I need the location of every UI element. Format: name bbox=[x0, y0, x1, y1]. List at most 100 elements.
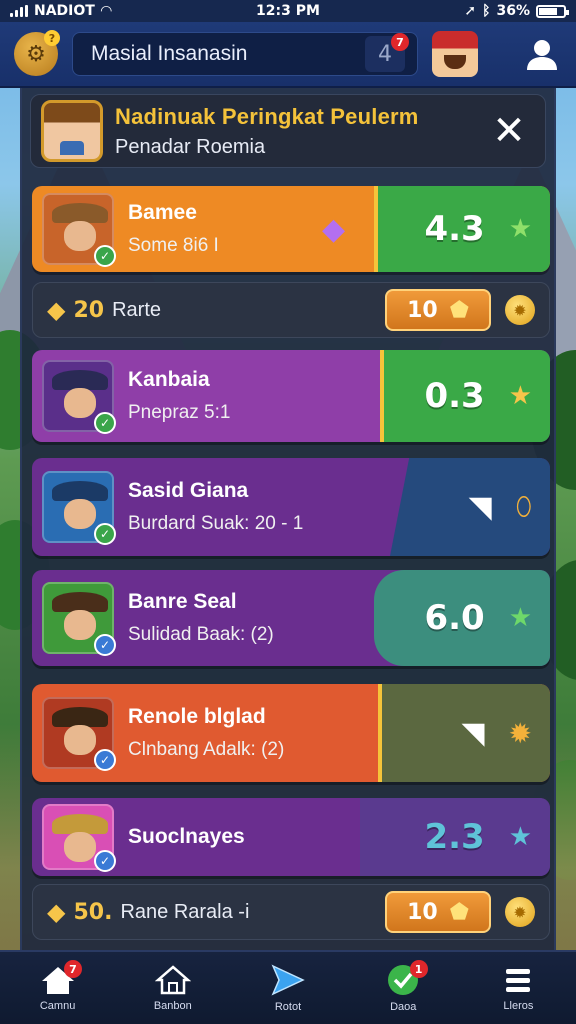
reward-chip[interactable]: 10 ⬟ bbox=[385, 891, 491, 933]
player-portrait: ✓ bbox=[42, 193, 116, 267]
player-portrait: ✓ bbox=[42, 804, 116, 872]
bottom-navigation: 7 Camnu Banbon Rotot 1 Daoa Lleros bbox=[0, 950, 576, 1024]
verified-check-icon: ✓ bbox=[94, 245, 116, 267]
shield-icon: ◥ bbox=[468, 489, 492, 525]
nav-label: Camnu bbox=[39, 1000, 76, 1012]
nav-item-daoa[interactable]: 1 Daoa bbox=[346, 952, 461, 1024]
notification-badge: 7 bbox=[391, 33, 409, 51]
play-icon bbox=[271, 964, 305, 996]
gear-icon: ⚙ bbox=[26, 41, 46, 67]
bluetooth-icon: ᛒ bbox=[482, 3, 491, 19]
star-icon: ★ bbox=[508, 603, 532, 633]
character-avatar[interactable] bbox=[432, 31, 478, 77]
player-name: Bamee bbox=[128, 201, 197, 224]
verified-check-icon: ✓ bbox=[94, 850, 116, 872]
leaderboard-row[interactable]: ✓ Bamee Some 8i6 I ◆ 4.3 ★ bbox=[32, 186, 550, 272]
player-name: Renole blglad bbox=[128, 705, 266, 728]
reward-chip-value: 10 bbox=[407, 899, 438, 925]
player-name: Banre Seal bbox=[128, 590, 237, 613]
menu-icon bbox=[506, 969, 531, 992]
nav-item-rotot[interactable]: Rotot bbox=[230, 952, 345, 1024]
player-name: Suoclnayes bbox=[128, 825, 245, 848]
nav-badge: 1 bbox=[409, 960, 428, 978]
nav-item-lleros[interactable]: Lleros bbox=[461, 952, 576, 1024]
leaderboard-row[interactable]: ✓ Suoclnayes 2.3 ★ bbox=[32, 798, 550, 876]
player-detail: Clnbang Adalk: (2) bbox=[128, 739, 285, 760]
verified-check-icon: ✓ bbox=[94, 634, 116, 656]
bell-icon: 4 bbox=[378, 41, 392, 67]
verified-check-icon: ✓ bbox=[94, 412, 116, 434]
star-icon: ★ bbox=[508, 822, 532, 852]
house-outline-icon bbox=[154, 965, 191, 995]
reward-chip[interactable]: 10 ⬟ bbox=[385, 289, 491, 331]
location-icon: ➚ bbox=[464, 3, 477, 19]
verified-check-icon: ✓ bbox=[94, 523, 116, 545]
nav-label: Rotot bbox=[274, 1001, 302, 1013]
player-portrait: ✓ bbox=[42, 697, 116, 771]
player-detail: Pnepraz 5:1 bbox=[128, 402, 231, 423]
carrier-label: NADIOT bbox=[34, 3, 95, 19]
player-score: 4.3 bbox=[424, 209, 485, 249]
settings-gear-button[interactable]: ⚙ ? bbox=[14, 30, 60, 76]
gear-badge: ? bbox=[44, 30, 60, 46]
panel-header: Nadinuak Peringkat Peulerm Penadar Roemi… bbox=[30, 94, 546, 168]
leaderboard-row[interactable]: ✓ Banre Seal Sulidad Baak: (2) 6.0 ★ bbox=[32, 570, 550, 666]
medal-icon: ✹ bbox=[508, 716, 532, 750]
reward-row[interactable]: ◆ 50. Rane Rarala -i 10 ⬟ ✹ bbox=[32, 884, 550, 940]
diamond-icon: ◆ bbox=[47, 296, 66, 324]
diamond-icon: ◆ bbox=[47, 898, 66, 926]
player-detail: Burdard Suak: 20 - 1 bbox=[128, 513, 304, 534]
badge-icon: ⬟ bbox=[449, 899, 469, 925]
nav-label: Daoa bbox=[390, 1001, 417, 1013]
reward-amount: 20 bbox=[73, 297, 105, 323]
nav-item-camnu[interactable]: 7 Camnu bbox=[0, 952, 115, 1024]
star-icon: ★ bbox=[508, 214, 532, 244]
coin-icon: ✹ bbox=[505, 897, 535, 927]
clock: 12:3 PM bbox=[256, 3, 320, 19]
player-name: Sasid Giana bbox=[128, 479, 249, 502]
signal-icon bbox=[10, 5, 28, 17]
nav-label: Banbon bbox=[153, 1000, 192, 1012]
player-detail: Sulidad Baak: (2) bbox=[128, 624, 274, 645]
player-portrait: ✓ bbox=[42, 360, 116, 434]
reward-label: Rane Rarala -i bbox=[120, 900, 250, 923]
player-portrait: ✓ bbox=[42, 471, 116, 545]
nav-badge: 7 bbox=[64, 960, 82, 978]
top-app-bar: ⚙ ? Masial Insanasin 4 7 bbox=[0, 22, 576, 88]
status-bar: NADIOT ◠ 12:3 PM ➚ ᛒ 36% bbox=[0, 0, 576, 22]
search-text: Masial Insanasin bbox=[91, 42, 248, 65]
medal-icon: ⬯ bbox=[515, 491, 532, 522]
notification-button[interactable]: 4 7 bbox=[365, 33, 409, 72]
wifi-icon: ◠ bbox=[100, 3, 112, 19]
user-icon bbox=[527, 40, 557, 70]
header-portrait bbox=[41, 100, 103, 162]
reward-amount: 50. bbox=[73, 899, 113, 925]
reward-row[interactable]: ◆ 20 Rarte 10 ⬟ ✹ bbox=[32, 282, 550, 338]
panel-subtitle: Penadar Roemia bbox=[115, 135, 266, 158]
close-icon: ✕ bbox=[492, 108, 526, 154]
leaderboard-row[interactable]: ✓ Sasid Giana Burdard Suak: 20 - 1 ◥ ⬯ bbox=[32, 458, 550, 556]
star-icon: ★ bbox=[508, 381, 532, 411]
badge-icon: ⬟ bbox=[449, 297, 469, 323]
player-score: 6.0 bbox=[424, 598, 485, 638]
shield-icon: ◥ bbox=[461, 715, 485, 751]
leaderboard-row[interactable]: ✓ Renole blglad Clnbang Adalk: (2) ◥ ✹ bbox=[32, 684, 550, 782]
player-score: 0.3 bbox=[424, 376, 485, 416]
nav-label: Lleros bbox=[503, 1000, 534, 1012]
verified-check-icon: ✓ bbox=[94, 749, 116, 771]
search-bar[interactable]: Masial Insanasin 4 7 bbox=[72, 32, 418, 76]
coin-icon: ✹ bbox=[505, 295, 535, 325]
profile-button[interactable] bbox=[522, 34, 562, 74]
reward-label: Rarte bbox=[112, 298, 161, 321]
player-score: 2.3 bbox=[424, 817, 485, 857]
reward-chip-value: 10 bbox=[407, 297, 438, 323]
player-detail: Some 8i6 I bbox=[128, 235, 219, 256]
battery-percent: 36% bbox=[496, 3, 530, 19]
leaderboard-panel: Nadinuak Peringkat Peulerm Penadar Roemi… bbox=[20, 88, 556, 950]
battery-icon bbox=[535, 4, 569, 18]
gem-icon: ◆ bbox=[322, 212, 346, 247]
close-button[interactable]: ✕ bbox=[483, 105, 535, 157]
nav-item-banbon[interactable]: Banbon bbox=[115, 952, 230, 1024]
leaderboard-row[interactable]: ✓ Kanbaia Pnepraz 5:1 0.3 ★ bbox=[32, 350, 550, 442]
panel-title: Nadinuak Peringkat Peulerm bbox=[115, 103, 419, 129]
